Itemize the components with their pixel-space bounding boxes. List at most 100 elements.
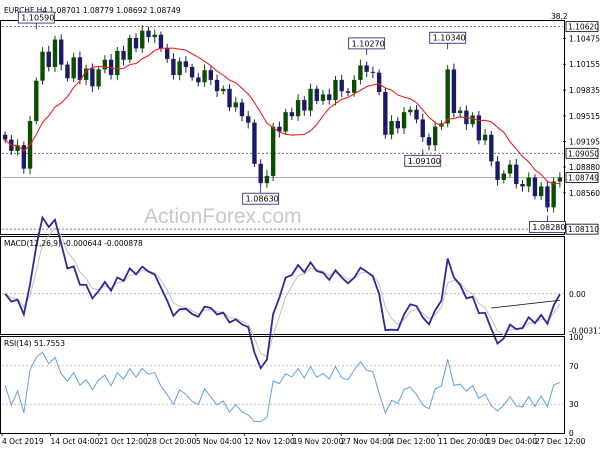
candle-body bbox=[295, 100, 301, 117]
candle-body bbox=[514, 164, 519, 184]
rsi-line bbox=[4, 351, 561, 422]
annotation-label: 1.09100 bbox=[408, 157, 441, 166]
candle-body bbox=[264, 175, 270, 184]
y-tick-label: 1.09195 bbox=[569, 138, 600, 147]
y-tick-label: 1.09515 bbox=[569, 112, 600, 121]
candle-body bbox=[246, 116, 251, 123]
y-tick-label: 1.08880 bbox=[569, 163, 600, 172]
candle-body bbox=[476, 115, 482, 141]
x-tick-label: 4 Dec 12:00 bbox=[390, 437, 436, 446]
candle-body bbox=[40, 51, 45, 81]
candle-body bbox=[158, 34, 164, 49]
x-tick-label: 12 Nov 12:00 bbox=[244, 437, 295, 446]
candle-body bbox=[389, 121, 394, 135]
rsi-panel: 10070300 RSI(14) 51.7553 bbox=[0, 333, 584, 438]
candle-body bbox=[239, 102, 245, 117]
candle-body bbox=[283, 112, 288, 132]
rsi-y-tick-label: 70 bbox=[569, 362, 579, 371]
candle-body bbox=[270, 126, 276, 176]
candle-body bbox=[171, 58, 176, 76]
candle-body bbox=[152, 34, 157, 38]
x-tick-label: 11 Dec 20:00 bbox=[438, 437, 489, 446]
candle-body bbox=[339, 79, 344, 92]
candle-body bbox=[183, 61, 189, 67]
macd-y-tick-label: 0.00 bbox=[569, 290, 586, 299]
y-tick-label: 1.10475 bbox=[569, 34, 600, 43]
annotation-label: 1.10270 bbox=[352, 39, 385, 48]
rsi-y-tick-label: 30 bbox=[569, 400, 579, 409]
candle-body bbox=[401, 112, 407, 129]
candle-body bbox=[314, 88, 319, 101]
annotation-label: 1.10590 bbox=[21, 14, 54, 23]
annotation-label: 1.10340 bbox=[433, 34, 466, 43]
candle-body bbox=[227, 88, 232, 108]
candle-body bbox=[102, 59, 108, 70]
fib-label: 38.2 bbox=[551, 12, 568, 21]
candle-body bbox=[233, 102, 238, 108]
candle-body bbox=[327, 94, 332, 101]
candle-body bbox=[333, 79, 338, 101]
candle-body bbox=[221, 88, 226, 92]
candle-body bbox=[551, 181, 556, 208]
time-x-axis: 4 Oct 2019 14 Oct 04:00 21 Oct 12:00 28 Oct… bbox=[1, 433, 586, 446]
x-tick-label: 21 Oct 12:00 bbox=[99, 437, 148, 446]
candle-body bbox=[34, 80, 39, 122]
candle-body bbox=[545, 186, 550, 208]
x-tick-label: 27 Nov 04:00 bbox=[341, 437, 392, 446]
candle-body bbox=[495, 161, 500, 180]
rsi-y-tick-label: 100 bbox=[569, 333, 584, 342]
rsi-panel-title: RSI(14) 51.7553 bbox=[4, 339, 65, 348]
x-tick-label: 27 Dec 12:00 bbox=[535, 437, 586, 446]
candle-body bbox=[252, 122, 257, 164]
x-tick-label: 28 Oct 20:00 bbox=[147, 437, 196, 446]
candle-body bbox=[214, 79, 220, 92]
annotation-label: 1.08630 bbox=[246, 195, 279, 204]
candle-body bbox=[308, 88, 313, 111]
candle-body bbox=[320, 94, 326, 101]
candle-body bbox=[127, 37, 132, 60]
candle-body bbox=[115, 50, 120, 76]
candle-body bbox=[121, 50, 126, 60]
candle-body bbox=[345, 91, 351, 93]
candle-body bbox=[2, 134, 8, 140]
rsi-panel-frame bbox=[0, 336, 565, 434]
price-tag-label: 1.08110 bbox=[568, 225, 599, 234]
candle-body bbox=[65, 64, 70, 79]
x-tick-label: 4 Oct 2019 bbox=[2, 437, 44, 446]
candle-body bbox=[383, 92, 388, 135]
candle-body bbox=[539, 186, 544, 197]
candle-body bbox=[208, 70, 213, 80]
candle-body bbox=[370, 71, 376, 73]
candle-body bbox=[470, 115, 475, 125]
x-tick-label: 5 Nov 04:00 bbox=[196, 437, 242, 446]
candle-body bbox=[21, 145, 26, 169]
candle-body bbox=[77, 57, 83, 80]
macd-panel: 0.00-0.003119 MACD(12,26,9) -0.000644 -0… bbox=[0, 215, 600, 371]
candle-body bbox=[46, 51, 51, 67]
candle-body bbox=[59, 39, 64, 65]
candle-body bbox=[433, 126, 438, 146]
candle-body bbox=[489, 134, 494, 162]
candle-body bbox=[202, 70, 207, 83]
price-panel: EURCHF,H4 1.08701 1.08779 1.08692 1.0874… bbox=[0, 6, 600, 235]
candle-body bbox=[90, 68, 95, 87]
candle-body bbox=[146, 30, 151, 38]
candle-body bbox=[420, 119, 425, 138]
x-tick-label: 19 Dec 04:00 bbox=[487, 437, 538, 446]
candle-body bbox=[302, 100, 307, 111]
eurchf-chart-window: EURCHF,H4 1.08701 1.08779 1.08692 1.0874… bbox=[0, 6, 600, 446]
candle-body bbox=[457, 110, 463, 113]
price-tag-label: 1.08749 bbox=[568, 174, 599, 183]
candle-body bbox=[532, 177, 538, 197]
y-tick-label: 1.08560 bbox=[569, 189, 600, 198]
candle-body bbox=[177, 61, 182, 76]
candle-body bbox=[358, 65, 363, 80]
watermark: ActionForex.com bbox=[144, 205, 302, 228]
candle-body bbox=[414, 109, 419, 120]
y-tick-label: 1.09835 bbox=[569, 86, 600, 95]
candle-body bbox=[526, 177, 531, 187]
rsi-line bbox=[4, 351, 561, 422]
candle-body bbox=[451, 69, 457, 113]
candle-body bbox=[352, 79, 357, 93]
candle-body bbox=[520, 183, 525, 187]
